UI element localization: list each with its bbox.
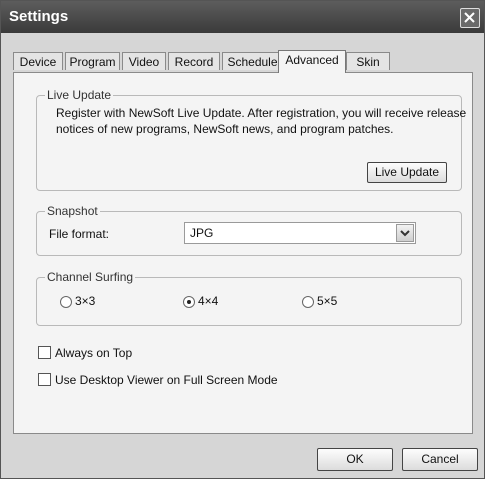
tab-advanced[interactable]: Advanced	[278, 50, 346, 73]
ok-button[interactable]: OK	[317, 448, 393, 471]
close-icon	[464, 12, 475, 23]
radio-3x3[interactable]	[60, 296, 72, 308]
snapshot-group: Snapshot File format: JPG	[36, 204, 462, 256]
title-bar: Settings	[1, 1, 484, 33]
tab-schedule[interactable]: Schedule	[222, 52, 283, 70]
live-update-description-line1: Register with NewSoft Live Update. After…	[56, 106, 467, 120]
channel-surfing-group: Channel Surfing 3×3 4×4 5×5	[36, 270, 462, 326]
tab-program[interactable]: Program	[65, 52, 120, 70]
chevron-down-icon[interactable]	[396, 224, 414, 242]
cancel-button[interactable]: Cancel	[402, 448, 478, 471]
live-update-legend: Live Update	[45, 88, 114, 102]
tab-video[interactable]: Video	[122, 52, 166, 70]
radio-selected-dot	[187, 300, 191, 304]
close-button[interactable]	[460, 8, 480, 28]
desktop-viewer-checkbox[interactable]	[38, 373, 51, 386]
live-update-button[interactable]: Live Update	[367, 162, 447, 183]
radio-5x5[interactable]	[302, 296, 314, 308]
radio-4x4-label[interactable]: 4×4	[198, 294, 218, 308]
file-format-select[interactable]: JPG	[184, 222, 416, 244]
desktop-viewer-label[interactable]: Use Desktop Viewer on Full Screen Mode	[55, 373, 278, 387]
window-title: Settings	[9, 8, 69, 25]
tab-skin[interactable]: Skin	[346, 52, 390, 70]
advanced-panel: Live Update Register with NewSoft Live U…	[13, 72, 473, 434]
settings-window: Settings Device Program Video Record Sch…	[0, 0, 485, 479]
always-on-top-checkbox[interactable]	[38, 346, 51, 359]
file-format-label: File format:	[49, 227, 110, 241]
tab-device[interactable]: Device	[13, 52, 63, 70]
radio-3x3-label[interactable]: 3×3	[75, 294, 95, 308]
live-update-group: Live Update Register with NewSoft Live U…	[36, 88, 466, 191]
snapshot-legend: Snapshot	[45, 204, 100, 218]
radio-4x4[interactable]	[183, 296, 195, 308]
tab-record[interactable]: Record	[168, 52, 220, 70]
live-update-description-line2: notices of new programs, NewSoft news, a…	[56, 122, 394, 136]
channel-surfing-legend: Channel Surfing	[45, 270, 136, 284]
file-format-value: JPG	[190, 226, 214, 240]
always-on-top-label[interactable]: Always on Top	[55, 346, 132, 360]
radio-5x5-label[interactable]: 5×5	[317, 294, 337, 308]
